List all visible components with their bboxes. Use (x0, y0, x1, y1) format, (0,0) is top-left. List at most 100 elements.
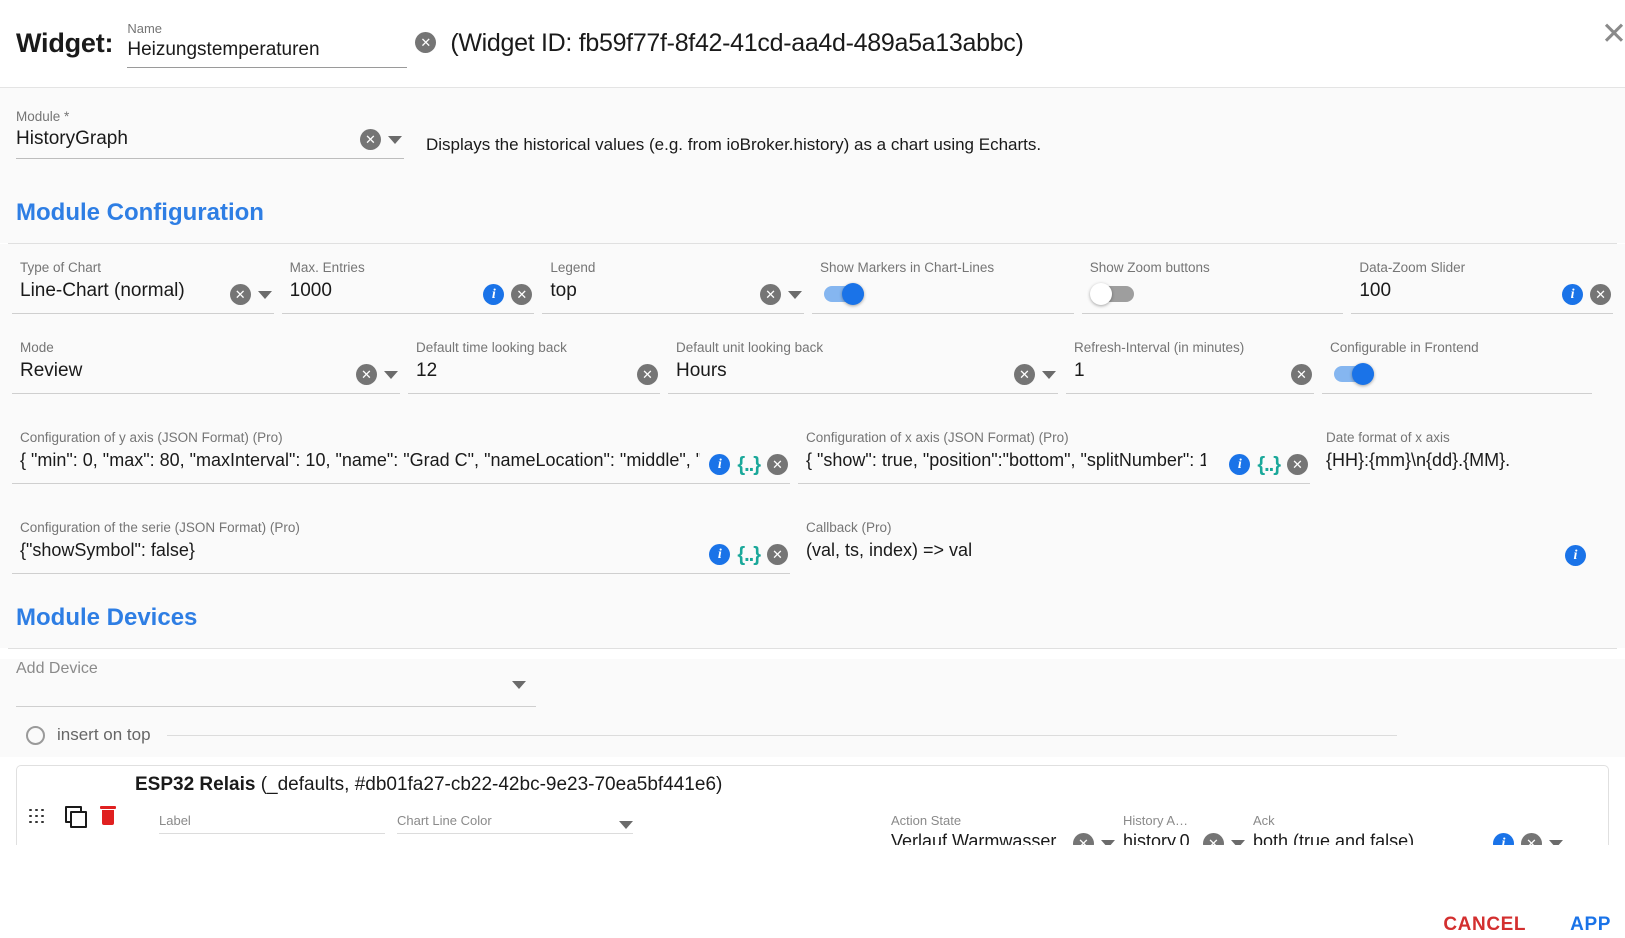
widget-name-input[interactable]: Heizungstemperaturen (127, 37, 407, 63)
ack-field[interactable]: Ack both (true and false) i ✕ (1253, 812, 1563, 845)
copy-icon[interactable] (65, 806, 87, 828)
chart-line-color-field[interactable]: Chart Line Color (397, 812, 633, 834)
add-device-select[interactable]: Add Device (16, 659, 536, 707)
device-label-label: Label (159, 813, 191, 828)
default-time-looking-back-input[interactable]: 12 (416, 357, 656, 384)
default-time-looking-back-field[interactable]: Default time looking back 12 ✕ (408, 338, 660, 394)
chevron-down-icon[interactable] (619, 821, 633, 829)
insert-on-top-label: insert on top (57, 725, 151, 744)
info-icon[interactable]: i (1565, 545, 1586, 566)
config-row-3: Configuration of y axis (JSON Format) (P… (8, 394, 1617, 484)
clear-icon[interactable]: ✕ (1073, 833, 1094, 845)
x-axis-config-icons: i {..} ✕ (1229, 454, 1308, 475)
json-editor-icon[interactable]: {..} (737, 545, 761, 565)
drag-handle-icon[interactable] (29, 808, 49, 823)
configurable-in-frontend-toggle[interactable] (1330, 363, 1382, 385)
chevron-down-icon[interactable] (1549, 839, 1563, 845)
chevron-down-icon[interactable] (512, 681, 526, 689)
info-icon[interactable]: i (1229, 454, 1251, 475)
y-axis-config-field[interactable]: Configuration of y axis (JSON Format) (P… (12, 428, 790, 484)
clear-icon[interactable]: ✕ (1590, 284, 1612, 305)
clear-icon[interactable]: ✕ (1014, 364, 1035, 385)
insert-on-top-row: insert on top (0, 707, 1625, 755)
clear-icon[interactable]: ✕ (1203, 833, 1224, 845)
show-markers-toggle[interactable] (820, 283, 872, 305)
ack-label: Ack (1253, 813, 1275, 828)
default-unit-looking-back-field[interactable]: Default unit looking back Hours ✕ (668, 338, 1058, 394)
max-entries-label: Max. Entries (289, 260, 365, 275)
cancel-button[interactable]: CANCEL (1443, 914, 1526, 936)
chevron-down-icon[interactable] (1101, 839, 1115, 845)
chevron-down-icon[interactable] (1231, 839, 1245, 845)
clear-icon[interactable]: ✕ (637, 364, 658, 385)
clear-icon[interactable]: ✕ (511, 284, 533, 305)
divider (166, 734, 1397, 736)
clear-icon[interactable]: ✕ (360, 129, 381, 150)
callback-field[interactable]: Callback (Pro) (val, ts, index) => val i (798, 518, 1588, 574)
clear-icon[interactable]: ✕ (767, 454, 788, 475)
refresh-interval-field[interactable]: Refresh-Interval (in minutes) 1 ✕ (1066, 338, 1314, 394)
module-field-icons: ✕ (360, 129, 402, 150)
json-editor-icon[interactable]: {..} (737, 455, 761, 475)
toggle-knob (1089, 283, 1112, 305)
date-format-x-axis-label: Date format of x axis (1326, 430, 1450, 445)
module-description: Displays the historical values (e.g. fro… (426, 135, 1042, 154)
history-adapter-field[interactable]: History A… history.0 ✕ (1123, 812, 1245, 845)
clear-icon[interactable]: ✕ (760, 284, 782, 305)
serie-config-field[interactable]: Configuration of the serie (JSON Format)… (12, 518, 790, 574)
date-format-x-axis-input[interactable]: {HH}:{mm}\n{dd}.{MM}. (1326, 447, 1604, 474)
info-icon[interactable]: i (709, 544, 731, 565)
configurable-in-frontend-field[interactable]: Configurable in Frontend (1322, 338, 1592, 394)
max-entries-field[interactable]: Max. Entries 1000 i ✕ (281, 258, 535, 314)
chevron-down-icon[interactable] (788, 290, 803, 299)
clear-icon[interactable]: ✕ (415, 32, 437, 53)
config-row-1: Type of Chart Line-Chart (normal) ✕ Max.… (8, 244, 1617, 314)
chevron-down-icon[interactable] (1042, 370, 1056, 379)
data-zoom-slider-field[interactable]: Data-Zoom Slider 100 i ✕ (1351, 258, 1614, 314)
widget-editor-dialog: Widget: Name Heizungstemperaturen ✕ (Wid… (0, 0, 1625, 938)
apply-button[interactable]: APP (1570, 914, 1611, 936)
x-axis-config-field[interactable]: Configuration of x axis (JSON Format) (P… (798, 428, 1310, 484)
refresh-interval-label: Refresh-Interval (in minutes) (1074, 340, 1245, 355)
device-label-field[interactable]: Label (159, 812, 385, 834)
show-zoom-buttons-label: Show Zoom buttons (1089, 260, 1210, 275)
info-icon[interactable]: i (1562, 284, 1584, 305)
info-icon[interactable]: i (1493, 833, 1514, 845)
y-axis-config-input[interactable]: { "min": 0, "max": 80, "maxInterval": 10… (20, 447, 700, 474)
serie-config-input[interactable]: {"showSymbol": false} (20, 537, 680, 564)
callback-input[interactable]: (val, ts, index) => val (806, 537, 1584, 564)
mode-field[interactable]: Mode Review ✕ (12, 338, 400, 394)
date-format-x-axis-field[interactable]: Date format of x axis {HH}:{mm}\n{dd}.{M… (1318, 428, 1608, 484)
clear-icon[interactable]: ✕ (356, 364, 377, 385)
data-zoom-slider-icons: i ✕ (1562, 284, 1612, 305)
chevron-down-icon[interactable] (257, 290, 272, 299)
clear-icon[interactable]: ✕ (1291, 364, 1312, 385)
legend-field[interactable]: Legend top ✕ (542, 258, 805, 314)
json-editor-icon[interactable]: {..} (1257, 455, 1281, 475)
refresh-interval-input[interactable]: 1 (1074, 357, 1310, 384)
clear-icon[interactable]: ✕ (1287, 454, 1308, 475)
show-markers-label: Show Markers in Chart-Lines (820, 260, 995, 275)
module-configuration-fields: Type of Chart Line-Chart (normal) ✕ Max.… (0, 244, 1625, 574)
add-device-label: Add Device (16, 660, 98, 677)
info-icon[interactable]: i (709, 454, 731, 475)
clear-icon[interactable]: ✕ (229, 284, 251, 305)
clear-icon[interactable]: ✕ (1521, 833, 1542, 845)
divider (8, 648, 1617, 649)
info-icon[interactable]: i (483, 284, 505, 305)
module-select[interactable]: Module * HistoryGraph ✕ (16, 108, 404, 159)
type-of-chart-field[interactable]: Type of Chart Line-Chart (normal) ✕ (12, 258, 274, 314)
show-markers-field[interactable]: Show Markers in Chart-Lines (812, 258, 1074, 314)
action-state-field[interactable]: Action State Verlauf Warmwasser ✕ (891, 812, 1115, 845)
chevron-down-icon[interactable] (388, 135, 402, 144)
close-icon[interactable]: ✕ (1597, 18, 1625, 52)
chevron-down-icon[interactable] (384, 370, 398, 379)
clear-icon[interactable]: ✕ (767, 544, 788, 565)
show-zoom-buttons-field[interactable]: Show Zoom buttons (1081, 258, 1344, 314)
delete-icon[interactable] (100, 806, 116, 825)
device-meta: (_defaults, #db01fa27-cb22-42bc-9e23-70e… (255, 774, 723, 795)
show-zoom-buttons-toggle[interactable] (1089, 283, 1142, 305)
insert-on-top-radio[interactable] (26, 725, 45, 745)
x-axis-config-input[interactable]: { "show": true, "position":"bottom", "sp… (806, 447, 1206, 474)
widget-name-field[interactable]: Name Heizungstemperaturen (127, 20, 408, 68)
